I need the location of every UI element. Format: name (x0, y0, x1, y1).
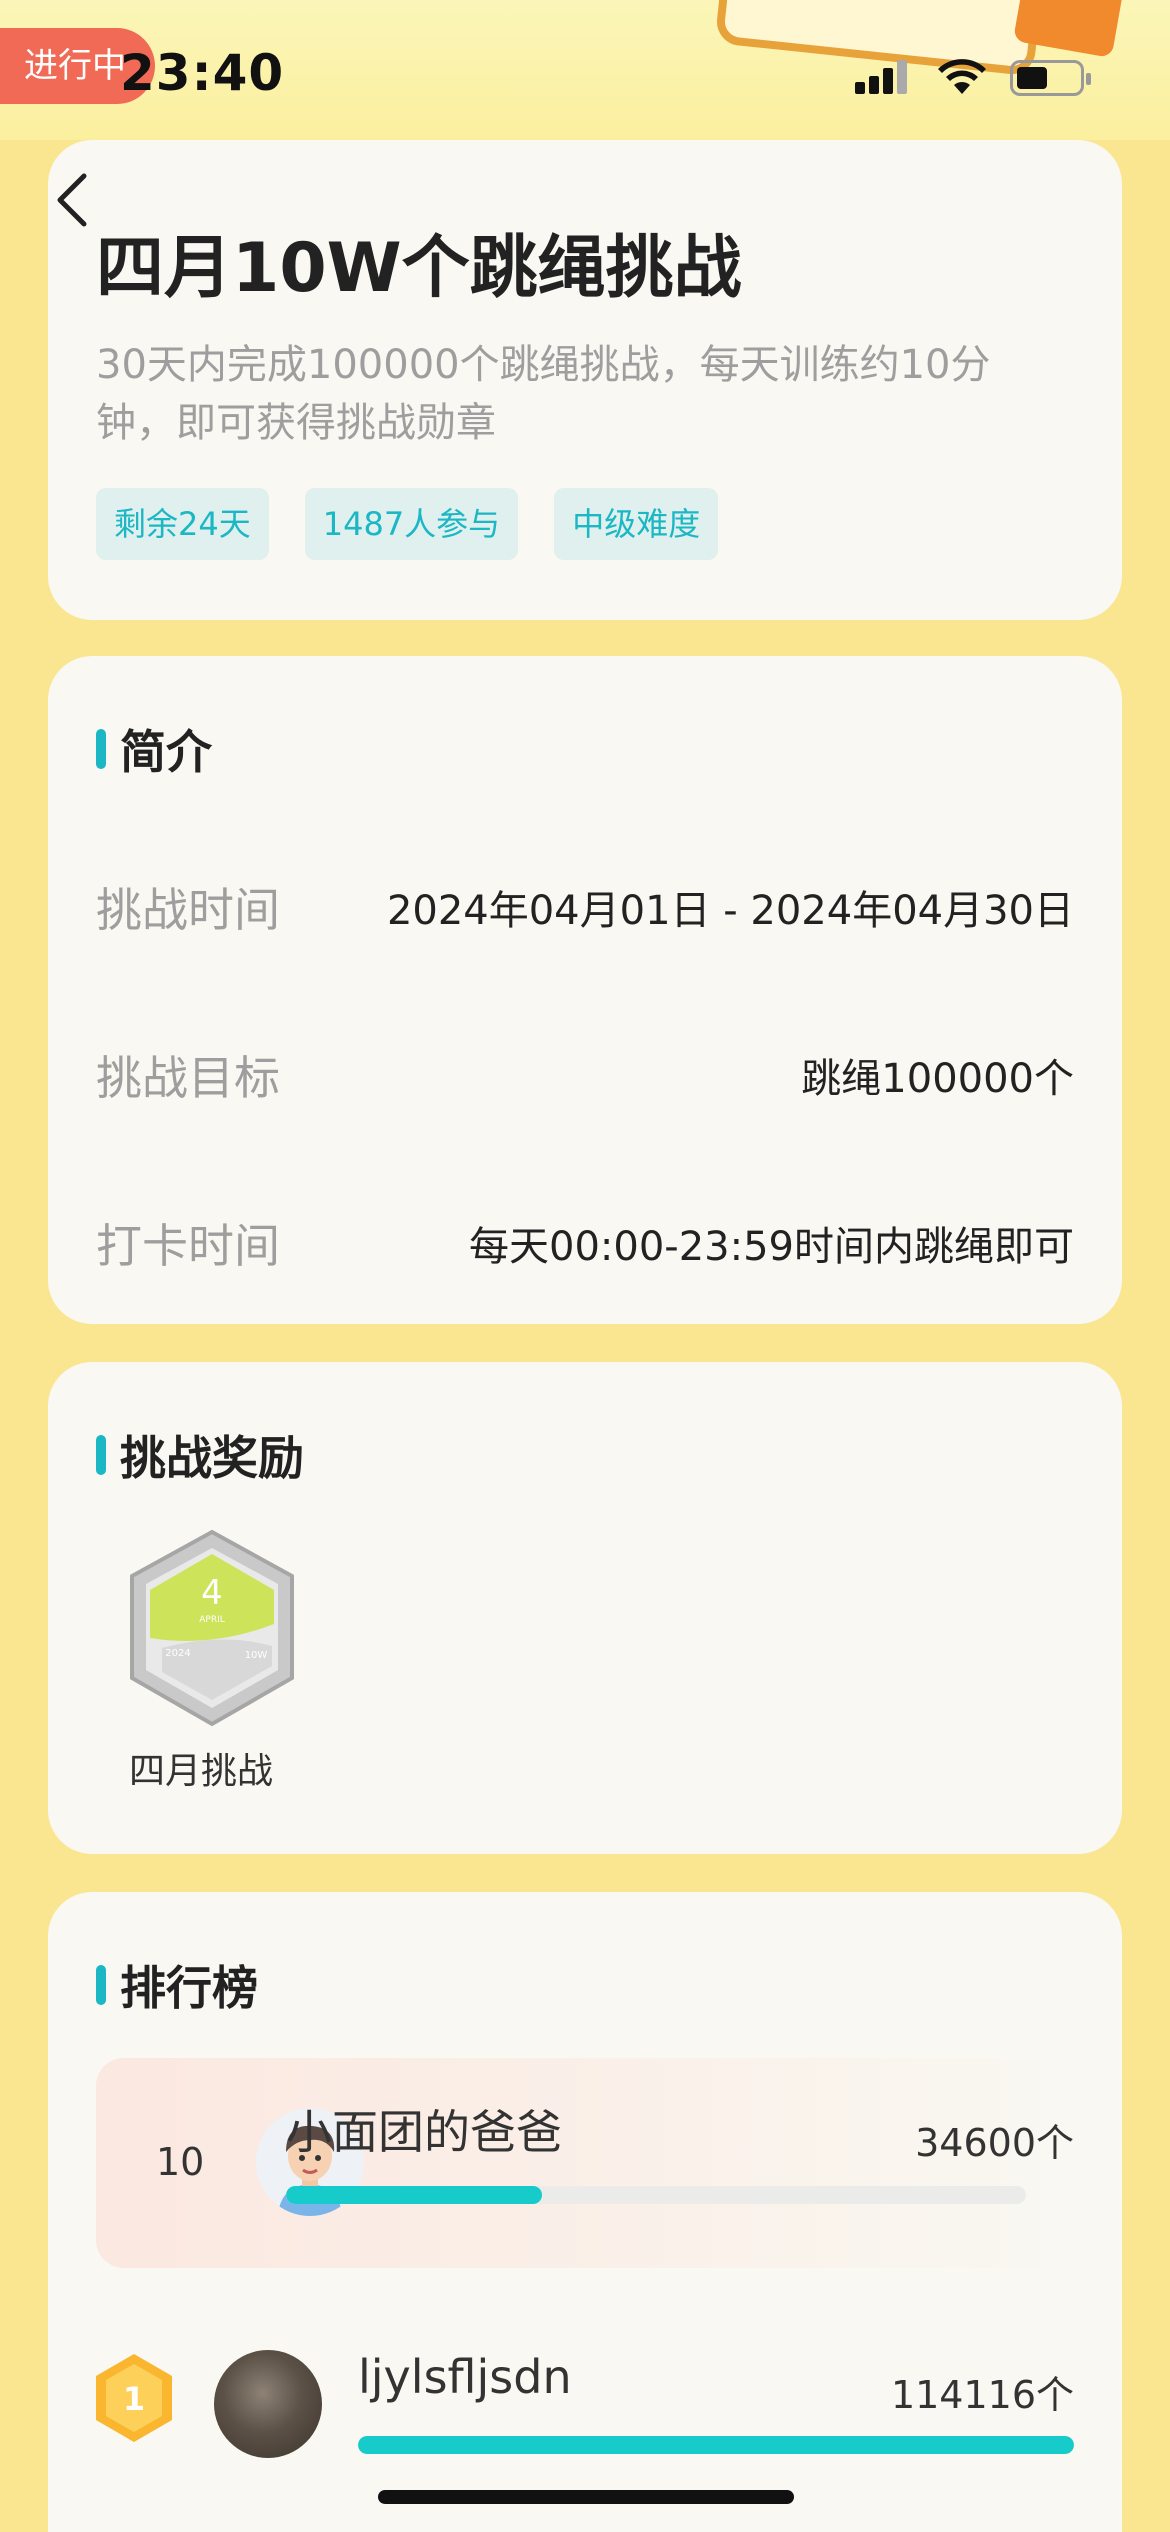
my-rank-number: 10 (156, 2140, 205, 2184)
section-marker (96, 1965, 106, 2005)
intro-heading: 简介 (96, 716, 212, 782)
info-row-goal: 挑战目标 跳绳100000个 (96, 1042, 1074, 1108)
info-label: 打卡时间 (96, 1219, 280, 1273)
medal-label: 四月挑战 (128, 1751, 273, 1792)
section-marker (96, 1435, 106, 1475)
home-indicator[interactable] (378, 2490, 794, 2504)
section-marker (96, 729, 106, 769)
challenge-tags: 剩余24天 1487人参与 中级难度 (96, 488, 719, 560)
info-row-time: 挑战时间 2024年04月01日 - 2024年04月30日 (96, 874, 1074, 940)
medal-month: 4 (201, 1573, 223, 1613)
battery-icon (1010, 60, 1091, 96)
entry-name: ljylsfljsdn (358, 2350, 572, 2404)
tag-participants: 1487人参与 (304, 488, 519, 560)
my-progress-bar (286, 2186, 1026, 2204)
info-value: 跳绳100000个 (801, 1056, 1074, 1102)
back-arrow-icon[interactable] (48, 170, 96, 230)
my-name: 小面团的爸爸 (286, 2105, 562, 2159)
page-title: 四月10W个跳绳挑战 (96, 229, 742, 308)
entry-progress-fill (358, 2436, 1074, 2454)
my-rank-row[interactable]: 10 小面团的爸爸 34600个 (96, 2058, 1074, 2268)
april-medal-icon[interactable]: 4 APRIL 2024 10W (122, 1528, 302, 1728)
medal-target: 10W (245, 1650, 268, 1661)
info-value: 2024年04月01日 - 2024年04月30日 (386, 888, 1074, 934)
reward-heading-text: 挑战奖励 (120, 1431, 304, 1485)
my-count: 34600个 (915, 2121, 1074, 2165)
leaderboard-card: 排行榜 10 小面团的爸爸 34600个 1 ljylsfljsdn 11411… (48, 1892, 1122, 2532)
avatar (214, 2350, 322, 2458)
status-time: 23:40 (120, 44, 285, 102)
challenge-header-card: 四月10W个跳绳挑战 30天内完成100000个跳绳挑战，每天训练约10分钟，即… (48, 140, 1122, 620)
entry-count: 114116个 (890, 2373, 1074, 2417)
medal-sub: APRIL (199, 1615, 225, 1625)
intro-heading-text: 简介 (120, 725, 212, 779)
wifi-icon (938, 59, 986, 94)
leaderboard-heading: 排行榜 (96, 1952, 258, 2018)
leaderboard-heading-text: 排行榜 (120, 1961, 258, 2015)
reward-heading: 挑战奖励 (96, 1422, 304, 1488)
entry-progress-bar (358, 2436, 1074, 2454)
medal-year: 2024 (165, 1648, 190, 1659)
info-row-checkin: 打卡时间 每天00:00-23:59时间内跳绳即可 (96, 1210, 1074, 1276)
intro-card: 简介 挑战时间 2024年04月01日 - 2024年04月30日 挑战目标 跳… (48, 656, 1122, 1324)
my-progress-fill (286, 2186, 543, 2204)
info-value: 每天00:00-23:59时间内跳绳即可 (469, 1224, 1074, 1270)
tag-days-left: 剩余24天 (96, 488, 269, 560)
challenge-description: 30天内完成100000个跳绳挑战，每天训练约10分钟，即可获得挑战勋章 (96, 342, 991, 446)
rank-1-number: 1 (123, 2380, 145, 2418)
cellular-signal-icon (855, 58, 915, 94)
reward-card: 挑战奖励 4 APRIL 2024 10W 四月挑战 (48, 1362, 1122, 1854)
info-label: 挑战目标 (96, 1051, 280, 1105)
rank-1-badge-icon: 1 (96, 2354, 172, 2442)
tag-difficulty: 中级难度 (554, 488, 719, 560)
info-label: 挑战时间 (96, 883, 280, 937)
